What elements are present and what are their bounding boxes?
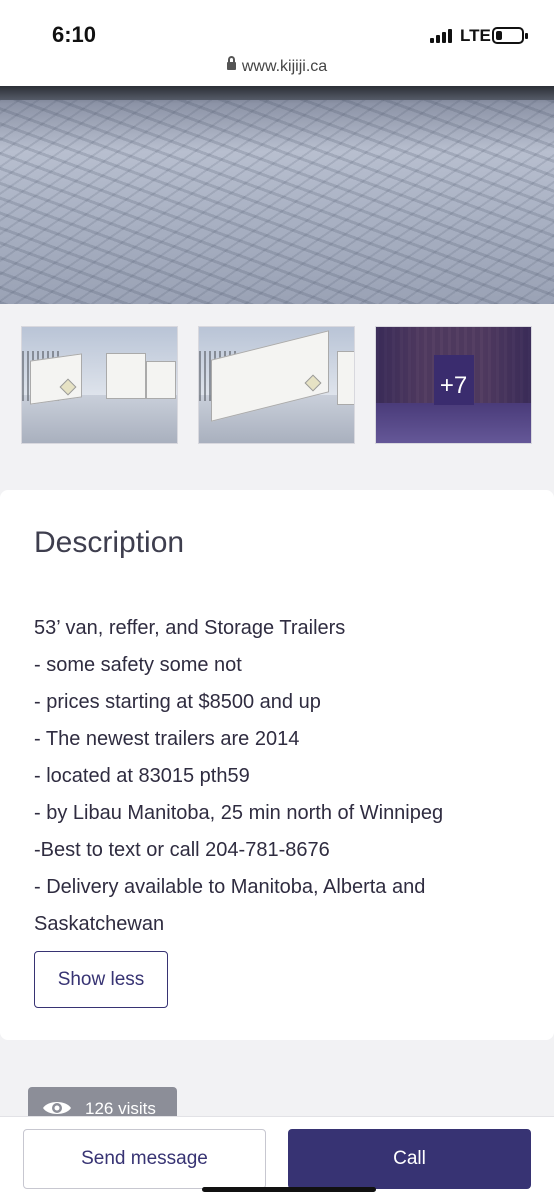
thumbnail-trailer-interior[interactable]: +7 [375, 326, 532, 444]
signal-icon [430, 29, 456, 43]
eye-icon [43, 1102, 71, 1114]
more-photos-count: +7 [376, 327, 531, 443]
call-button[interactable]: Call [288, 1129, 531, 1189]
show-less-button[interactable]: Show less [34, 951, 168, 1008]
description-line: - prices starting at $8500 and up [34, 691, 321, 713]
network-label: LTE [460, 26, 491, 45]
description-line: -Best to text or call 204-781-8676 [34, 839, 330, 861]
battery-icon [492, 27, 528, 44]
description-line: - by Libau Manitoba, 25 min north of Win… [34, 802, 444, 824]
description-line: - located at 83015 pth59 [34, 765, 250, 787]
description-text: 53’ van, reffer, and Storage Trailers - … [34, 610, 534, 943]
description-line: Saskatchewan [34, 913, 165, 935]
home-indicator[interactable] [202, 1187, 376, 1192]
photo-thumbnails: +7 [0, 304, 554, 474]
description-line: 53’ van, reffer, and Storage Trailers [34, 617, 346, 639]
thumbnail-trailer-side[interactable] [198, 326, 355, 444]
description-card: Description 53’ van, reffer, and Storage… [0, 490, 554, 1040]
status-bar: 6:10 LTE www.kijiji.ca [0, 0, 554, 86]
send-message-button[interactable]: Send message [23, 1129, 266, 1189]
description-line: - The newest trailers are 2014 [34, 728, 300, 750]
url-text: www.kijiji.ca [241, 58, 328, 75]
description-line: - some safety some not [34, 654, 242, 676]
main-listing-photo[interactable] [0, 86, 554, 304]
lock-icon [226, 56, 236, 70]
status-time: 6:10 [52, 22, 97, 47]
address-bar[interactable]: www.kijiji.ca [0, 56, 554, 76]
description-title: Description [34, 526, 185, 559]
description-line: - Delivery available to Manitoba, Albert… [34, 876, 426, 898]
thumbnail-trailers-row[interactable] [21, 326, 178, 444]
